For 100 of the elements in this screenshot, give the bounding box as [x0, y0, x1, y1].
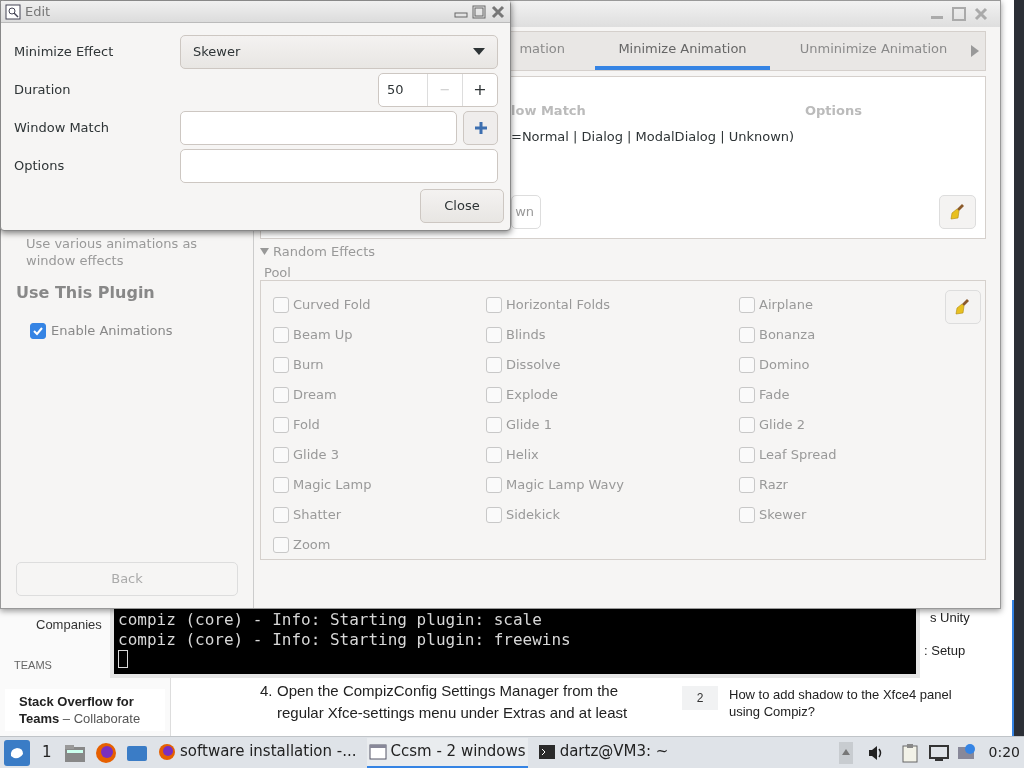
vote-count: 2 — [682, 686, 718, 710]
plus-icon — [473, 121, 488, 135]
step-text: Open the CompizConfig Settings Manager from the regular Xfce-settings menu under Extras and at least — [277, 681, 629, 723]
close-button[interactable]: Close — [420, 189, 504, 223]
checkbox[interactable] — [273, 326, 289, 343]
checkbox[interactable] — [739, 326, 755, 343]
checkbox-label: Glide 2 — [759, 415, 805, 434]
checkbox[interactable] — [739, 476, 755, 493]
checkbox-label: Shatter — [293, 505, 341, 524]
tab-scroll-arrow-icon[interactable] — [971, 45, 979, 57]
checkbox-label: Skewer — [759, 505, 807, 524]
broom-icon — [954, 297, 972, 316]
close-icon[interactable] — [490, 3, 506, 20]
start-menu-button[interactable] — [4, 739, 30, 766]
field-label: Minimize Effect — [14, 43, 115, 62]
window-icon — [368, 742, 387, 761]
checkbox-label: Blinds — [506, 325, 546, 344]
increment-button[interactable]: + — [462, 74, 497, 106]
globe-icon[interactable] — [95, 741, 117, 764]
checkbox[interactable] — [739, 296, 755, 313]
step-number: 4. — [260, 681, 274, 701]
checkbox[interactable] — [273, 296, 289, 313]
checkbox[interactable] — [273, 506, 289, 523]
terminal-line: compiz (core) - Info: Starting plugin: scale — [118, 610, 543, 630]
checkbox-label: Burn — [293, 355, 324, 374]
sidebar-heading: TEAMS — [14, 657, 52, 673]
checkbox-label: Bonanza — [759, 325, 816, 344]
checkbox-label: Razr — [759, 475, 788, 494]
maximize-icon[interactable] — [952, 7, 966, 21]
window-title: Edit — [25, 2, 51, 21]
checkbox-label: Leaf Spread — [759, 445, 837, 464]
related-link[interactable]: s Unity — [930, 608, 970, 628]
add-button[interactable] — [463, 111, 498, 145]
window-match-field[interactable] — [180, 111, 457, 145]
checkbox-label: Airplane — [759, 295, 813, 314]
checkbox-label: Glide 1 — [506, 415, 552, 434]
column-header: Options — [805, 102, 862, 120]
teams-promo[interactable]: Stack Overflow for Teams – Collaborate — [5, 689, 165, 731]
checkbox[interactable] — [486, 386, 502, 403]
field-label: Duration — [14, 81, 72, 100]
checkbox[interactable] — [486, 506, 502, 523]
options-field[interactable] — [180, 149, 498, 183]
checkbox-label: Helix — [506, 445, 539, 464]
close-icon[interactable] — [974, 7, 988, 21]
checkbox[interactable] — [739, 386, 755, 403]
checkbox[interactable] — [486, 416, 502, 433]
workspace-switcher[interactable]: 1 — [42, 741, 56, 764]
related-link[interactable]: : Setup — [924, 641, 966, 661]
checkbox-label: Dream — [293, 385, 337, 404]
checkbox[interactable] — [273, 536, 289, 553]
sidebar-link[interactable]: Companies — [36, 615, 102, 635]
clock: 0:20 — [988, 743, 1020, 762]
checkbox[interactable] — [486, 326, 502, 343]
plugin-description: Use various animations as window effects — [26, 235, 199, 269]
scroll-up-icon[interactable] — [838, 741, 853, 764]
globe-icon — [158, 742, 176, 761]
checkbox[interactable] — [486, 356, 502, 373]
effect-dropdown[interactable]: Skewer — [180, 35, 498, 69]
folder-icon[interactable] — [64, 742, 86, 763]
checkbox-label: Fold — [293, 415, 320, 434]
checkbox[interactable] — [739, 446, 755, 463]
network-icon[interactable] — [928, 743, 949, 762]
column-header: low Match — [511, 102, 587, 120]
checkbox[interactable] — [739, 356, 755, 373]
checkbox-label: Horizontal Folds — [506, 295, 611, 314]
task-button[interactable]: dartz@VM3: ~ — [535, 737, 671, 768]
checkbox[interactable] — [273, 476, 289, 493]
maximize-icon[interactable] — [472, 4, 486, 19]
tab[interactable]: Minimize Animation — [595, 32, 770, 70]
checkbox[interactable] — [486, 476, 502, 493]
checkbox[interactable] — [30, 322, 46, 339]
table-cell-text: =Normal | Dialog | ModalDialog | Unknown) — [511, 127, 795, 146]
clear-button[interactable] — [945, 289, 981, 324]
clipboard-icon[interactable] — [900, 742, 919, 763]
checkbox-label: Sidekick — [506, 505, 560, 524]
terminal-icon — [537, 742, 556, 761]
section-heading: Use This Plugin — [16, 282, 156, 304]
terminal-cursor — [118, 650, 128, 668]
checkbox-label: Fade — [759, 385, 790, 404]
checkbox[interactable] — [273, 446, 289, 463]
checkbox[interactable] — [486, 296, 502, 313]
task-button[interactable]: software installation -... — [156, 737, 359, 768]
clear-button[interactable] — [939, 195, 976, 229]
checkbox[interactable] — [273, 356, 289, 373]
broom-icon — [948, 203, 967, 221]
checkbox[interactable] — [273, 416, 289, 433]
related-link[interactable]: How to add shadow to the Xfce4 panel using Compiz? — [729, 686, 979, 720]
checkbox-label: Domino — [759, 355, 810, 374]
checkbox-label: Glide 3 — [293, 445, 339, 464]
checkbox[interactable] — [739, 506, 755, 523]
field-label: Options — [14, 157, 66, 176]
checkbox[interactable] — [486, 446, 502, 463]
checkbox[interactable] — [273, 386, 289, 403]
checkbox-label: Dissolve — [506, 355, 561, 374]
checkbox-label: Explode — [506, 385, 558, 404]
task-button[interactable]: Ccsm - 2 windows — [366, 737, 528, 768]
checkbox[interactable] — [739, 416, 755, 433]
terminal-line: compiz (core) - Info: Starting plugin: freewins — [118, 630, 572, 650]
checkbox-label: Magic Lamp — [293, 475, 372, 494]
expander-arrow-icon — [260, 247, 269, 257]
